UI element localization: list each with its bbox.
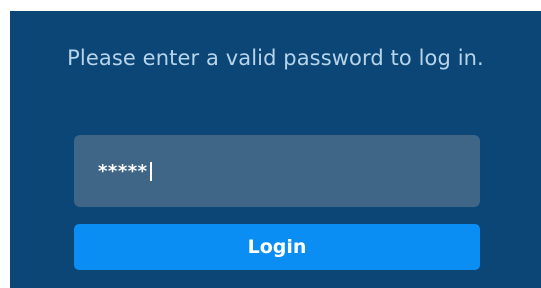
login-button[interactable]: Login: [74, 224, 480, 270]
password-masked-value: *****: [98, 160, 148, 182]
text-cursor: [149, 161, 152, 181]
login-instruction-text: Please enter a valid password to log in.: [67, 46, 484, 70]
password-input[interactable]: *****: [74, 135, 480, 207]
login-panel: Please enter a valid password to log in.…: [10, 11, 541, 288]
